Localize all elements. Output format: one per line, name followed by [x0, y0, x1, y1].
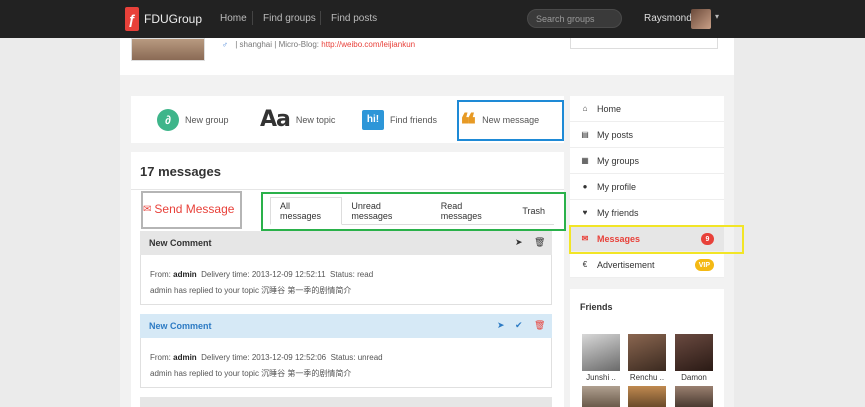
nav-link-find-groups[interactable]: Find groups — [263, 13, 316, 24]
new-group-button[interactable]: ∂ New group — [157, 96, 229, 143]
sidebar-item-label: My profile — [597, 181, 637, 192]
status-label: Status: — [329, 270, 355, 279]
friend-name[interactable]: Junshi .. — [582, 373, 620, 382]
tab-trash[interactable]: Trash — [513, 197, 554, 225]
profile-side-box — [570, 38, 718, 49]
friends-title: Friends — [580, 302, 613, 312]
find-friends-button[interactable]: hi! Find friends — [362, 96, 437, 143]
vip-badge: VIP — [694, 259, 714, 271]
nav-divider — [252, 11, 253, 25]
euro-icon: € — [582, 260, 588, 269]
envelope-icon: ✉ — [143, 203, 152, 215]
message-header[interactable] — [140, 397, 552, 407]
send-message-label: Send Message — [154, 202, 235, 216]
message-sender[interactable]: admin — [173, 353, 197, 362]
message-time: 2013-12-09 12:52:06 — [251, 353, 327, 362]
heart-icon: ♥ — [582, 208, 588, 217]
message-text: admin has replied to your topic 沉睡谷 第一季的… — [150, 369, 352, 378]
hi-icon: hi! — [362, 109, 384, 130]
sidebar-item-advertisement[interactable]: € Advertisement VIP — [570, 252, 724, 278]
new-topic-label: New topic — [295, 114, 336, 125]
nav-link-find-posts[interactable]: Find posts — [331, 13, 377, 24]
sidebar-item-my-posts[interactable]: ▤ My posts — [570, 122, 724, 148]
friend-avatar[interactable] — [628, 386, 666, 407]
from-label: From: — [150, 270, 171, 279]
search-input[interactable]: Search groups — [527, 9, 622, 28]
sidebar-item-label: Advertisement — [597, 259, 655, 270]
check-icon[interactable]: ✔ — [515, 320, 523, 331]
top-navbar: ƒ FDUGroup Home Find groups Find posts S… — [0, 0, 865, 38]
divider — [131, 189, 564, 190]
profile-photo — [131, 38, 205, 61]
message-title: New Comment — [149, 238, 212, 248]
message-meta: From: admin Delivery time: 2013-12-09 12… — [150, 350, 542, 366]
grid-icon: ▦ — [581, 156, 589, 165]
microblog-link[interactable]: http://weibo.com/leijiankun — [321, 40, 415, 49]
brand[interactable]: ƒ FDUGroup — [125, 7, 202, 31]
message-title: New Comment — [149, 321, 212, 331]
sidebar-item-label: My groups — [597, 155, 640, 166]
friend-name[interactable]: Damon — [675, 373, 713, 382]
reply-icon[interactable]: ➤ — [515, 237, 523, 248]
tab-unread-messages[interactable]: Unread messages — [342, 197, 431, 225]
message-meta: From: admin Delivery time: 2013-12-09 12… — [150, 267, 542, 283]
tab-all-messages[interactable]: All messages — [270, 197, 343, 225]
message-header[interactable]: New Comment — [140, 231, 552, 255]
link-icon: ∂ — [157, 108, 179, 131]
friend-avatar[interactable] — [675, 386, 713, 407]
sidebar-item-my-groups[interactable]: ▦ My groups — [570, 148, 724, 174]
find-friends-label: Find friends — [390, 114, 438, 125]
message-status: read — [357, 270, 374, 279]
status-label: Status: — [330, 353, 356, 362]
document-icon: ▤ — [581, 130, 589, 139]
friend-avatar[interactable] — [675, 334, 713, 371]
tab-read-messages[interactable]: Read messages — [432, 197, 514, 225]
friend-avatar[interactable] — [582, 334, 620, 371]
message-body: From: admin Delivery time: 2013-12-09 12… — [140, 338, 552, 388]
new-topic-button[interactable]: Aa New topic — [260, 96, 335, 143]
sidebar-item-my-friends[interactable]: ♥ My friends — [570, 200, 724, 226]
nav-link-home[interactable]: Home — [220, 13, 247, 24]
message-status: unread — [357, 353, 383, 362]
time-label: Delivery time: — [201, 353, 250, 362]
highlight-messages — [569, 225, 744, 254]
sidebar-item-label: My posts — [597, 129, 634, 140]
brand-logo-icon: ƒ — [125, 7, 139, 31]
time-label: Delivery time: — [201, 270, 250, 279]
from-label: From: — [150, 353, 171, 362]
message-sender[interactable]: admin — [173, 270, 197, 279]
brand-name: FDUGroup — [144, 12, 203, 26]
message-text: admin has replied to your topic 沉睡谷 第一季的… — [150, 286, 352, 295]
send-message-button[interactable]: ✉ Send Message — [143, 202, 234, 216]
nav-divider — [320, 11, 321, 25]
message-tabs: All messages Unread messages Read messag… — [270, 197, 554, 225]
sidebar-item-my-profile[interactable]: ● My profile — [570, 174, 724, 200]
message-time: 2013-12-09 12:52:11 — [251, 270, 326, 279]
friend-name[interactable]: Renchu .. — [628, 373, 666, 382]
text-icon: Aa — [260, 107, 291, 132]
friend-avatar[interactable] — [582, 386, 620, 407]
sidebar-item-label: My friends — [597, 207, 639, 218]
message-body: From: admin Delivery time: 2013-12-09 12… — [140, 255, 552, 305]
trash-icon[interactable]: 🗑 — [534, 320, 545, 331]
chevron-down-icon[interactable]: ▾ — [715, 12, 719, 21]
trash-icon[interactable]: 🗑 — [534, 237, 545, 248]
highlight-new-message — [457, 100, 564, 141]
home-icon: ⌂ — [582, 104, 588, 113]
reply-icon[interactable]: ➤ — [497, 320, 505, 331]
message-count-title: 17 messages — [140, 164, 221, 179]
profile-meta: ♂ | shanghai | Micro-Blog: http://weibo.… — [222, 40, 415, 49]
message-header[interactable]: New Comment — [140, 314, 552, 338]
friend-avatar[interactable] — [628, 334, 666, 371]
male-icon: ♂ — [222, 40, 228, 49]
profile-location: shanghai — [239, 40, 273, 49]
microblog-label: Micro-Blog: — [278, 40, 320, 49]
user-avatar[interactable] — [691, 9, 711, 29]
new-group-label: New group — [185, 114, 229, 125]
user-icon: ● — [582, 182, 588, 191]
user-name[interactable]: Raysmond — [644, 13, 692, 24]
sidebar-item-label: Home — [597, 103, 622, 114]
sidebar-item-home[interactable]: ⌂ Home — [570, 96, 724, 122]
